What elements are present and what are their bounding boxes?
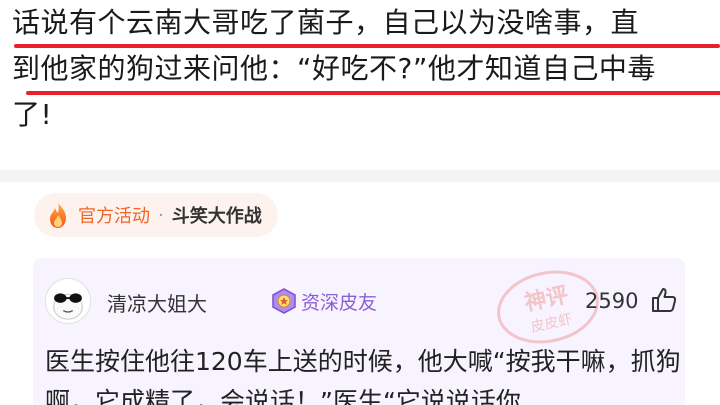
level-badge-icon (272, 288, 296, 314)
tag-separator: · (158, 204, 164, 226)
red-underline (26, 91, 720, 95)
post-text-line-3: 了! (12, 98, 53, 131)
comment-username[interactable]: 清凉大姐大 (107, 288, 207, 317)
flame-icon (50, 202, 66, 228)
tag-official-activity: 官方活动 (78, 206, 150, 227)
like-count: 2590 (585, 289, 639, 313)
post-body: 话说有个云南大哥吃了菌子，自己以为没啥事，直 到他家的狗过来问他：“好吃不?”他… (0, 0, 720, 170)
stamp-text-bottom: 皮皮虾 (529, 311, 573, 335)
avatar[interactable] (45, 278, 91, 324)
post-text-line-2: 到他家的狗过来问他：“好吃不?”他才知道自己中毒 (12, 54, 720, 100)
tag-topic: 斗笑大作战 (171, 206, 262, 227)
comment-text: 医生按住他往120车上送的时候，他大喊“按我干嘛，抓狗啊，它成精了，会说话！”医… (45, 347, 681, 405)
thumbs-up-icon[interactable] (650, 286, 678, 314)
user-rank-badge: 资深皮友 (301, 292, 378, 314)
red-underline (14, 44, 720, 48)
top-comment-card: 清凉大姐大 资深皮友 神评 皮皮虾 2590 医生按住他往120车上送的时候，他… (33, 258, 685, 405)
post-text-line-1: 话说有个云南大哥吃了菌子，自己以为没啥事，直 (12, 8, 720, 54)
section-divider (0, 170, 720, 182)
activity-tag[interactable]: 官方活动 · 斗笑大作战 (34, 193, 278, 237)
stamp-text-top: 神评 (522, 282, 570, 317)
